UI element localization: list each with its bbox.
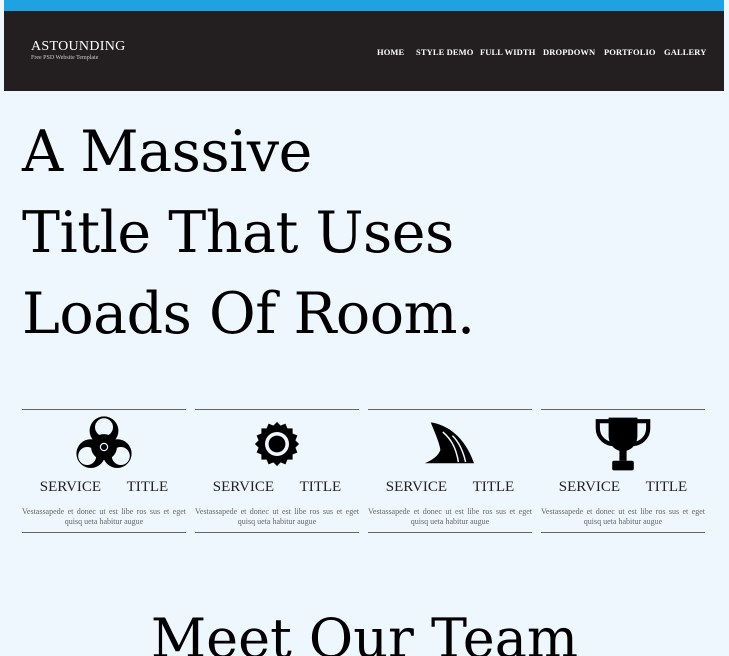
nav-item-portfolio[interactable]: PORTFOLIO bbox=[604, 47, 656, 57]
nav-item-gallery[interactable]: GALLERY bbox=[664, 47, 706, 57]
site-header: ASTOUNDING Free PSD Website Template HOM… bbox=[4, 0, 724, 91]
service-card: SERVICE TITLE Vestassapede et donec ut e… bbox=[195, 409, 359, 533]
nav-item-style-demo[interactable]: STYLE DEMO bbox=[416, 47, 473, 57]
service-description: Vestassapede et donec ut est libe ros su… bbox=[195, 507, 359, 526]
hero-title-line: A Massive bbox=[22, 119, 312, 185]
service-title: SERVICE TITLE bbox=[212, 479, 342, 495]
hero-title-line: Title That Uses bbox=[22, 200, 454, 266]
service-card: SERVICE TITLE Vestassapede et donec ut e… bbox=[541, 409, 705, 533]
hero-title: A Massive Title That Uses Loads Of Room. bbox=[22, 112, 622, 355]
service-card: SERVICE TITLE Vestassapede et donec ut e… bbox=[368, 409, 532, 533]
nav-item-home[interactable]: HOME bbox=[377, 47, 404, 57]
shark-fin-icon bbox=[417, 414, 483, 474]
service-card: SERVICE TITLE Vestassapede et donec ut e… bbox=[22, 409, 186, 533]
service-description: Vestassapede et donec ut est libe ros su… bbox=[368, 507, 532, 526]
service-description: Vestassapede et donec ut est libe ros su… bbox=[541, 507, 705, 526]
header-accent-bar bbox=[4, 0, 724, 11]
nav-item-dropdown[interactable]: DROPDOWN bbox=[543, 47, 595, 57]
service-description: Vestassapede et donec ut est libe ros su… bbox=[22, 507, 186, 526]
nav-item-full-width[interactable]: FULL WIDTH bbox=[480, 47, 535, 57]
trophy-icon bbox=[590, 414, 656, 474]
service-title: SERVICE TITLE bbox=[385, 479, 515, 495]
sun-icon bbox=[244, 414, 310, 474]
biohazard-icon bbox=[71, 414, 137, 474]
service-title: SERVICE TITLE bbox=[39, 479, 169, 495]
main-nav: HOME STYLE DEMO FULL WIDTH DROPDOWN PORT… bbox=[4, 47, 724, 59]
hero-title-line: Loads Of Room. bbox=[22, 281, 475, 347]
team-section-title: Meet Our Team bbox=[150, 607, 579, 656]
service-title: SERVICE TITLE bbox=[558, 479, 688, 495]
